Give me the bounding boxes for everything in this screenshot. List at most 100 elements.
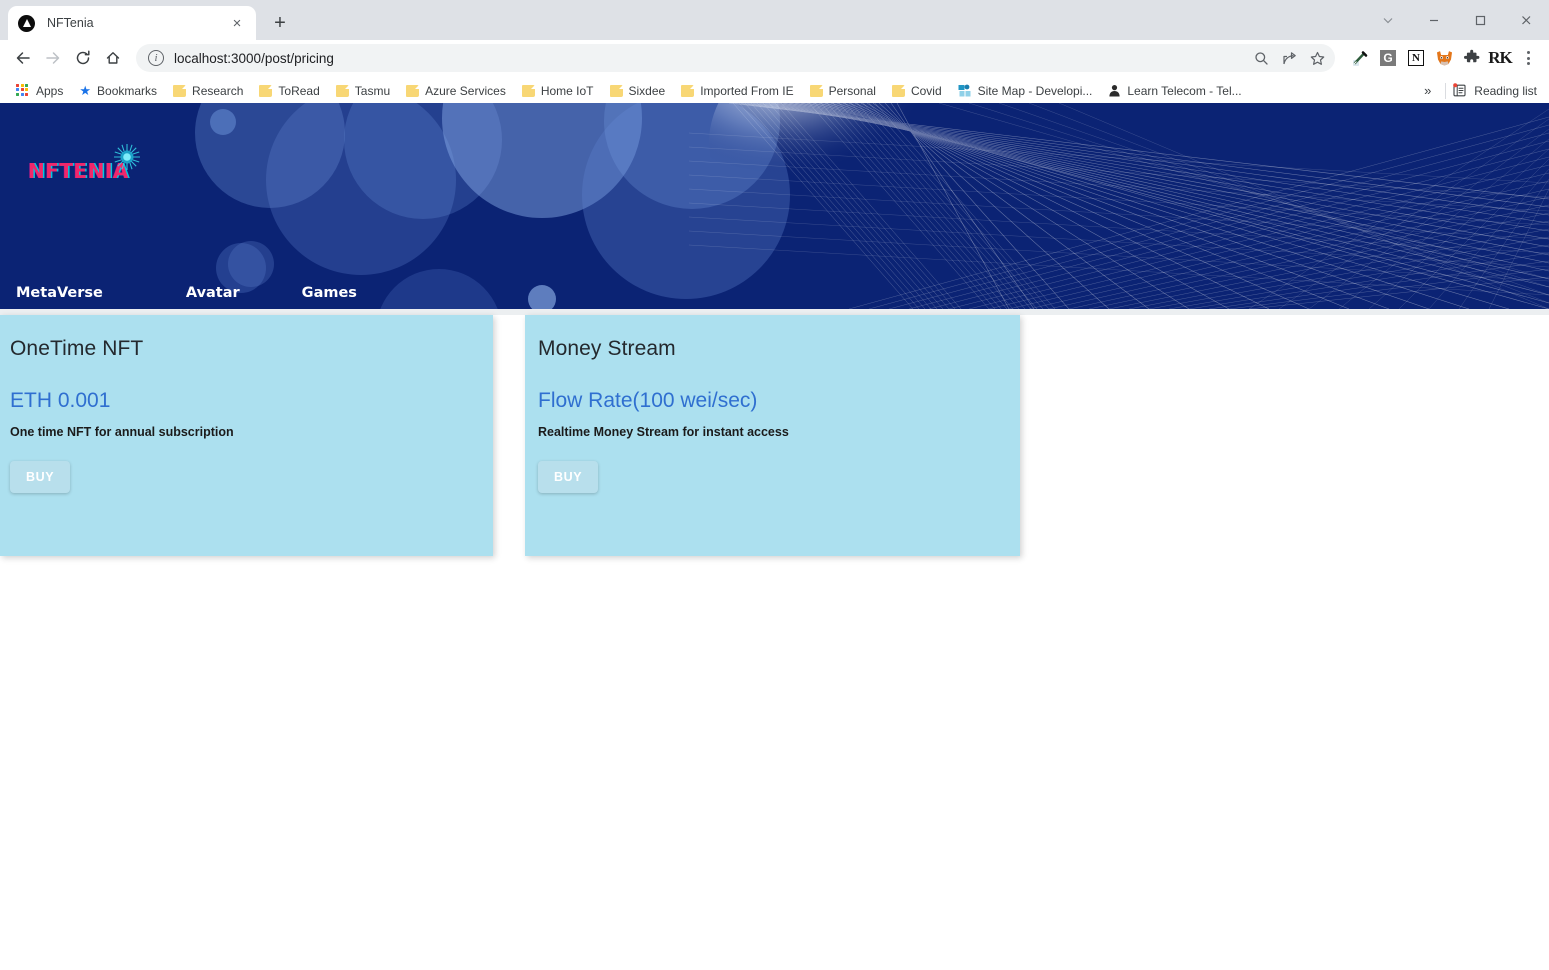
hero-line-art <box>689 103 1549 309</box>
site-logo[interactable]: NFTENIA <box>28 144 140 183</box>
card-title: Money Stream <box>538 337 676 360</box>
browser-window: NFTenia × + i localhost:3000/post/pricin… <box>0 0 1549 970</box>
bookmark-label: Sixdee <box>628 83 666 98</box>
folder-icon <box>335 84 349 97</box>
close-icon[interactable]: × <box>228 14 246 32</box>
bookmark-learn-telecom[interactable]: Learn Telecom - Tel... <box>1100 79 1249 103</box>
folder-icon <box>259 84 273 97</box>
card-description: One time NFT for annual subscription <box>10 425 234 439</box>
card-price: Flow Rate(100 wei/sec) <box>538 389 758 412</box>
bookmark-imported-from-ie[interactable]: Imported From IE <box>673 79 801 103</box>
extensions-bar: G N RK <box>1343 45 1541 71</box>
tab-title: NFTenia <box>47 16 94 30</box>
page-viewport: NFTENIA MetaVerse Avatar Games OneTime N… <box>0 103 1549 970</box>
decorative-bubble <box>376 269 502 309</box>
reading-list-button[interactable]: Reading list <box>1452 83 1543 98</box>
url-text: localhost:3000/post/pricing <box>174 50 334 66</box>
bookmark-site-map[interactable]: Site Map - Developi... <box>950 79 1101 103</box>
bookmark-personal[interactable]: Personal <box>802 79 884 103</box>
browser-menu-icon[interactable] <box>1515 45 1541 71</box>
bookmark-label: Imported From IE <box>700 83 794 98</box>
site-hero-banner: NFTENIA MetaVerse Avatar Games <box>0 103 1549 309</box>
bookmark-label: Azure Services <box>425 83 506 98</box>
bookmark-label: Home IoT <box>540 83 594 98</box>
bookmark-research[interactable]: Research <box>165 79 251 103</box>
chevron-down-icon[interactable] <box>1365 4 1411 36</box>
title-bar: NFTenia × + <box>0 0 1549 40</box>
bookmark-label: ToRead <box>278 83 320 98</box>
nav-item-metaverse[interactable]: MetaVerse <box>16 285 103 301</box>
folder-icon <box>406 84 420 97</box>
bookmark-label: Tasmu <box>354 83 391 98</box>
forward-icon[interactable] <box>38 43 68 73</box>
sitemap-favicon <box>957 83 972 98</box>
reading-list-label: Reading list <box>1474 83 1537 98</box>
card-description: Realtime Money Stream for instant access <box>538 425 789 439</box>
folder-icon <box>681 84 695 97</box>
bookmarks-bar-right: » Reading list <box>1416 82 1543 99</box>
browser-tab[interactable]: NFTenia × <box>8 6 256 40</box>
bookmark-label: Covid <box>910 83 942 98</box>
site-nav: MetaVerse Avatar Games <box>0 285 357 301</box>
star-icon: ★ <box>79 83 92 98</box>
window-controls <box>1365 0 1549 40</box>
card-price: ETH 0.001 <box>10 389 111 412</box>
metamask-icon[interactable] <box>1431 45 1457 71</box>
rx-extension-icon[interactable]: RK <box>1487 45 1513 71</box>
bookmark-label: Learn Telecom - Tel... <box>1127 83 1242 98</box>
apps-grid-icon <box>16 83 30 98</box>
bookmark-home-iot[interactable]: Home IoT <box>514 79 602 103</box>
folder-icon <box>521 84 535 97</box>
bookmarks-bar: Apps ★ Bookmarks Research ToRead Tasmu A… <box>0 76 1549 106</box>
bookmark-sixdee[interactable]: Sixdee <box>602 79 674 103</box>
bookmark-tasmu[interactable]: Tasmu <box>328 79 398 103</box>
buy-button[interactable]: BUY <box>538 461 599 493</box>
divider <box>1445 82 1447 99</box>
folder-icon <box>609 84 623 97</box>
back-icon[interactable] <box>8 43 38 73</box>
nav-item-games[interactable]: Games <box>302 285 357 301</box>
close-window-icon[interactable] <box>1503 4 1549 36</box>
person-favicon <box>1108 84 1121 97</box>
reload-icon[interactable] <box>68 43 98 73</box>
nav-item-avatar[interactable]: Avatar <box>186 285 240 301</box>
eyedropper-icon[interactable] <box>1347 45 1373 71</box>
minimize-icon[interactable] <box>1411 4 1457 36</box>
extensions-puzzle-icon[interactable] <box>1459 45 1485 71</box>
folder-icon <box>809 84 823 97</box>
bookmark-label: Personal <box>828 83 876 98</box>
bookmark-bookmarks[interactable]: ★ Bookmarks <box>71 79 165 103</box>
bookmark-label: Apps <box>36 83 64 98</box>
bookmark-azure-services[interactable]: Azure Services <box>398 79 514 103</box>
pricing-card-money-stream: Money Stream Flow Rate(100 wei/sec) Real… <box>525 315 1020 556</box>
browser-toolbar: i localhost:3000/post/pricing G N RK <box>0 40 1549 76</box>
notion-icon[interactable]: N <box>1403 45 1429 71</box>
pricing-card-onetime-nft: OneTime NFT ETH 0.001 One time NFT for a… <box>0 315 493 556</box>
bookmark-star-icon[interactable] <box>1303 44 1331 72</box>
grammarly-icon[interactable]: G <box>1375 45 1401 71</box>
new-tab-button[interactable]: + <box>266 9 294 37</box>
buy-button[interactable]: BUY <box>10 461 71 493</box>
bookmark-label: Site Map - Developi... <box>977 83 1093 98</box>
zoom-search-icon[interactable] <box>1247 44 1275 72</box>
pricing-cards: OneTime NFT ETH 0.001 One time NFT for a… <box>0 315 1549 556</box>
decorative-bubble <box>528 285 556 309</box>
omnibox-actions <box>1247 44 1331 72</box>
bookmark-label: Bookmarks <box>97 83 158 98</box>
reading-list-icon <box>1452 83 1467 98</box>
home-icon[interactable] <box>98 43 128 73</box>
bookmark-covid[interactable]: Covid <box>884 79 950 103</box>
folder-icon <box>891 84 905 97</box>
bookmark-apps[interactable]: Apps <box>8 79 71 103</box>
share-icon[interactable] <box>1275 44 1303 72</box>
folder-icon <box>173 84 187 97</box>
bookmark-toread[interactable]: ToRead <box>251 79 327 103</box>
maximize-icon[interactable] <box>1457 4 1503 36</box>
card-title: OneTime NFT <box>10 337 144 360</box>
vercel-triangle-icon <box>18 14 35 32</box>
decorative-bubble <box>210 109 236 135</box>
bookmark-label: Research <box>192 83 244 98</box>
site-info-icon[interactable]: i <box>148 50 164 66</box>
address-bar[interactable]: i localhost:3000/post/pricing <box>136 44 1335 72</box>
bookmarks-overflow-button[interactable]: » <box>1416 83 1439 98</box>
